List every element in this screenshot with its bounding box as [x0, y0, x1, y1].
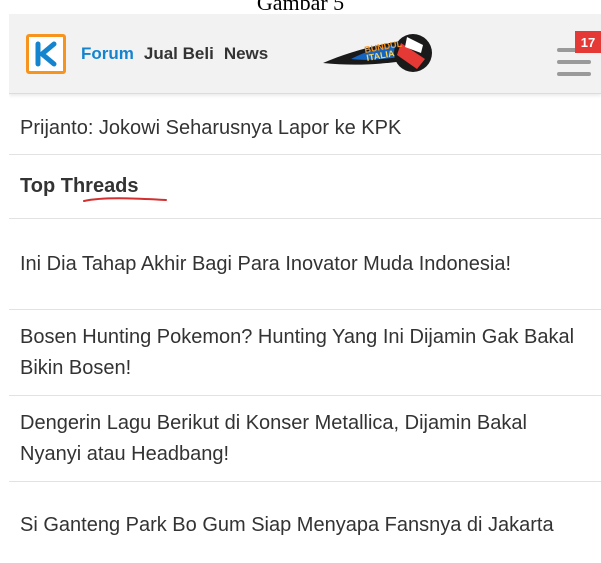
figure-caption: Gambar 5 [0, 0, 601, 10]
thread-item[interactable]: Si Ganteng Park Bo Gum Siap Menyapa Fans… [9, 482, 601, 563]
hamburger-menu-button[interactable]: 17 [555, 31, 601, 84]
kaskus-logo[interactable] [26, 34, 66, 74]
thread-item[interactable]: Dengerin Lagu Berikut di Konser Metallic… [9, 396, 601, 482]
top-header: Forum Jual Beli News BUNDUL ITALIA 17 [9, 14, 601, 94]
thread-item[interactable]: Bosen Hunting Pokemon? Hunting Yang Ini … [9, 310, 601, 396]
nav-forum[interactable]: Forum [81, 44, 134, 64]
main-nav: Forum Jual Beli News [81, 44, 268, 64]
nav-jual-beli[interactable]: Jual Beli [144, 44, 214, 64]
bundul-italia-banner[interactable]: BUNDUL ITALIA [321, 29, 433, 77]
headline-link[interactable]: Prijanto: Jokowi Seharusnya Lapor ke KPK [9, 102, 601, 155]
notification-badge: 17 [575, 31, 601, 53]
thread-item[interactable]: Ini Dia Tahap Akhir Bagi Para Inovator M… [9, 219, 601, 310]
handwritten-underline [83, 197, 167, 202]
menu-line-icon [557, 72, 591, 76]
app-screen: Forum Jual Beli News BUNDUL ITALIA 17 Pr… [9, 14, 601, 563]
menu-line-icon [557, 60, 591, 64]
section-title-top-threads: Top Threads [9, 155, 601, 219]
nav-news[interactable]: News [224, 44, 268, 64]
kaskus-logo-icon [35, 41, 57, 67]
